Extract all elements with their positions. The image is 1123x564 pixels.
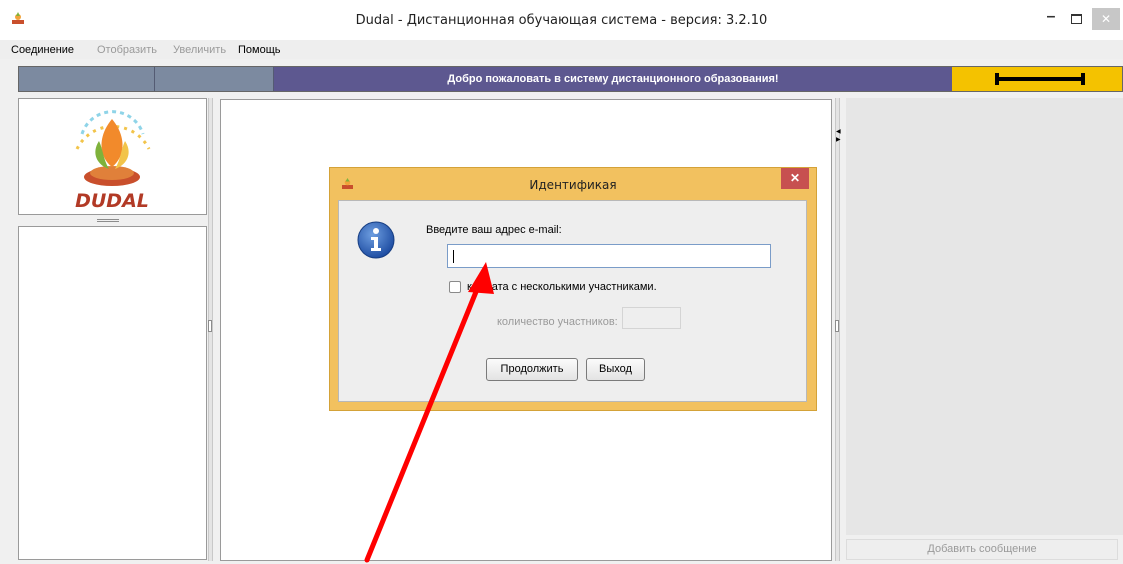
menu-help[interactable]: Помощь xyxy=(238,44,281,56)
progress-bar-icon xyxy=(995,73,1085,85)
menu-display[interactable]: Отобразить xyxy=(97,44,157,56)
multi-participant-checkbox[interactable] xyxy=(449,281,461,293)
menu-zoom[interactable]: Увеличить xyxy=(173,44,226,56)
dudal-logo-icon: DUDAL xyxy=(75,110,151,212)
logo-text: DUDAL xyxy=(75,190,149,212)
status-segment-2 xyxy=(155,67,274,92)
split-grip-icon xyxy=(835,320,839,332)
exit-button[interactable]: Выход xyxy=(586,358,645,381)
dialog-close-button[interactable]: ✕ xyxy=(781,168,809,189)
participant-count-field[interactable] xyxy=(622,307,681,329)
email-field[interactable] xyxy=(447,244,771,268)
maximize-button[interactable] xyxy=(1063,8,1089,30)
right-split-bar[interactable] xyxy=(835,98,840,561)
text-caret xyxy=(453,250,454,263)
menu-connection[interactable]: Соединение xyxy=(11,44,74,56)
minimize-button[interactable]: – xyxy=(1039,8,1063,30)
left-split-bar[interactable] xyxy=(208,98,213,561)
dialog-title: Идентификая xyxy=(529,178,617,192)
welcome-banner: Добро пожаловать в систему дистанционног… xyxy=(274,67,952,92)
menu-bar: Соединение Отобразить Увеличить Помощь xyxy=(0,40,1123,59)
chat-panel xyxy=(846,98,1123,535)
continue-button[interactable]: Продолжить xyxy=(486,358,578,381)
participant-count-label: количество участников: xyxy=(497,316,618,328)
identification-dialog: Идентификая ✕ Введите ваш адрес e-mail: … xyxy=(329,167,817,411)
dialog-body: Введите ваш адрес e-mail: комната с неск… xyxy=(338,200,807,402)
add-message-button[interactable]: Добавить сообщение xyxy=(846,539,1118,560)
email-prompt-label: Введите ваш адрес e-mail: xyxy=(426,224,562,236)
split-grip-icon xyxy=(208,320,212,332)
multi-participant-label[interactable]: комната с несколькими участниками. xyxy=(467,281,657,293)
logo-panel: DUDAL xyxy=(18,98,207,215)
collapse-arrows-icon[interactable]: ◀ ▶ xyxy=(836,128,841,144)
title-bar: Dudal - Дистанционная обучающая система … xyxy=(0,0,1123,40)
close-window-button[interactable]: ✕ xyxy=(1092,8,1120,30)
horizontal-split-grip[interactable] xyxy=(97,219,119,222)
app-window: Dudal - Дистанционная обучающая система … xyxy=(0,0,1123,564)
status-segment-1 xyxy=(18,67,155,92)
participants-panel[interactable] xyxy=(18,226,207,560)
maximize-icon xyxy=(1070,14,1082,24)
window-title: Dudal - Дистанционная обучающая система … xyxy=(355,13,768,28)
info-icon xyxy=(357,221,395,259)
